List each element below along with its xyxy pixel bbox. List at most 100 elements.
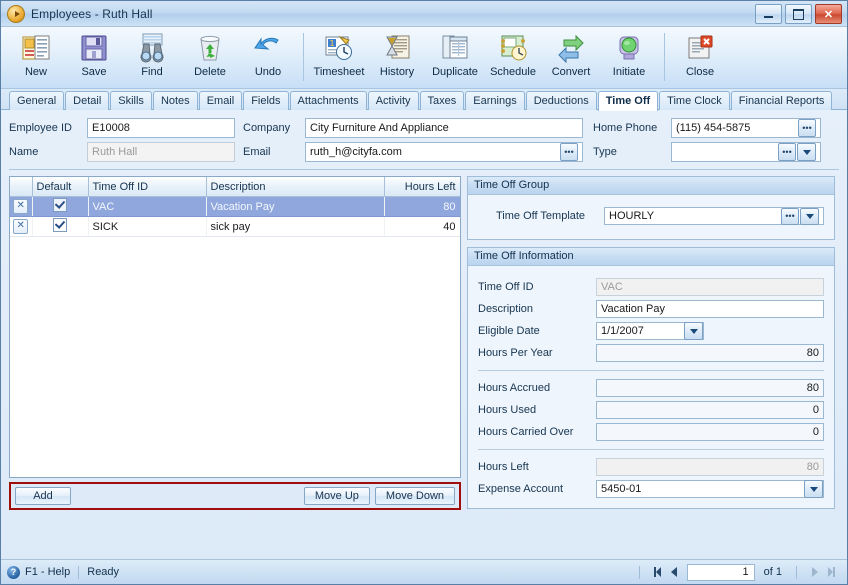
tab-time-clock[interactable]: Time Clock (659, 91, 730, 110)
toolbar-label: New (24, 66, 47, 78)
toolbar-label: Duplicate (432, 66, 478, 78)
tab-notes[interactable]: Notes (152, 91, 198, 110)
default-checkbox[interactable] (53, 198, 67, 212)
binoculars-icon (136, 32, 168, 64)
tab-attachments[interactable]: Attachments (289, 91, 367, 110)
email-link[interactable]: ruth_h@cityfa.com (310, 146, 402, 158)
toolbar-label: Initiate (612, 66, 646, 78)
toolbar-delete-button[interactable]: Delete (181, 30, 239, 78)
toolbar-label: Convert (551, 66, 591, 78)
row-description: Vacation Pay (206, 196, 385, 217)
hours-per-year-label: Hours Per Year (478, 347, 553, 359)
default-checkbox[interactable] (53, 218, 67, 232)
maximize-icon (793, 8, 804, 20)
new-record-icon (20, 32, 52, 64)
tab-detail[interactable]: Detail (65, 91, 110, 110)
template-ellipsis-button[interactable]: ••• (781, 207, 799, 225)
duplicate-pages-icon (439, 32, 471, 64)
tab-activity[interactable]: Activity (367, 91, 419, 110)
toolbar-save-button[interactable]: Save (65, 30, 123, 78)
home-phone-ellipsis-button[interactable]: ••• (798, 119, 816, 137)
toolbar-initiate-button[interactable]: Initiate (600, 30, 658, 78)
field-row-hours-per-year: Hours Per Year 80 (478, 342, 824, 364)
type-dropdown-arrow-icon[interactable] (797, 143, 816, 161)
time-off-list-pane: Default Time Off ID Description Hours Le… (9, 176, 461, 510)
home-phone-input[interactable]: (115) 454-5875 ••• (671, 118, 821, 138)
minimize-button[interactable] (755, 4, 782, 24)
tab-general[interactable]: General (9, 91, 65, 110)
maximize-button[interactable] (785, 4, 812, 24)
col-header-hours-left[interactable]: Hours Left (384, 177, 460, 197)
eligible-date-input[interactable]: 1/1/2007 (596, 322, 704, 340)
toolbar-convert-button[interactable]: Convert (542, 30, 600, 78)
toolbar-timesheet-button[interactable]: 1 Timesheet (310, 30, 368, 78)
time-off-template-input[interactable]: HOURLY ••• (604, 207, 824, 225)
col-header-time-off-id[interactable]: Time Off ID (88, 177, 207, 197)
last-record-button[interactable] (824, 565, 839, 580)
expense-account-select[interactable]: 5450-01 (596, 480, 824, 498)
tab-fields[interactable]: Fields (243, 91, 289, 110)
table-row[interactable]: ✕ VAC Vacation Pay 80 (10, 196, 460, 217)
eligible-date-label: Eligible Date (478, 325, 540, 337)
col-header-default[interactable]: Default (32, 177, 89, 197)
close-button[interactable]: ✕ (815, 4, 842, 24)
page-number-input[interactable]: 1 (686, 563, 755, 581)
move-up-button[interactable]: Move Up (303, 487, 370, 505)
tab-taxes[interactable]: Taxes (419, 91, 465, 110)
field-row-hours-carried-over: Hours Carried Over 0 (478, 421, 824, 443)
eligible-date-dropdown-arrow-icon[interactable] (684, 322, 703, 340)
toolbar-find-button[interactable]: Find (123, 30, 181, 78)
toolbar-history-button[interactable]: History (368, 30, 426, 78)
time-off-information-header: Time Off Information (468, 248, 834, 266)
hours-left-label: Hours Left (478, 461, 529, 473)
row-time-off-id: SICK (88, 216, 207, 237)
previous-record-button[interactable] (667, 565, 682, 580)
help-icon[interactable]: ? (7, 565, 20, 579)
time-off-information-panel: Time Off Information Time Off ID VAC Des… (467, 247, 835, 509)
main-toolbar: New Save Find Delete Undo 1 Timesheet Hi… (1, 27, 847, 89)
tab-financial-reports[interactable]: Financial Reports (730, 91, 833, 110)
time-off-grid[interactable]: Default Time Off ID Description Hours Le… (9, 176, 461, 478)
home-phone-value: (115) 454-5875 (676, 122, 751, 134)
move-down-button[interactable]: Move Down (374, 487, 455, 505)
first-record-button[interactable] (650, 565, 665, 580)
next-record-button[interactable] (807, 565, 822, 580)
tab-skills[interactable]: Skills (110, 91, 152, 110)
delete-row-button[interactable]: ✕ (13, 199, 29, 214)
description-input[interactable]: Vacation Pay (596, 300, 824, 318)
tab-deductions[interactable]: Deductions (525, 91, 597, 110)
toolbar-undo-button[interactable]: Undo (239, 30, 297, 78)
hours-per-year-input[interactable]: 80 (596, 344, 824, 362)
close-icon: ✕ (823, 8, 834, 21)
email-input[interactable]: ruth_h@cityfa.com ••• (305, 142, 583, 162)
add-button[interactable]: Add (15, 487, 71, 505)
expense-account-dropdown-arrow-icon[interactable] (804, 480, 823, 498)
col-header-description[interactable]: Description (206, 177, 385, 197)
window-controls: ✕ (755, 4, 842, 24)
help-text[interactable]: F1 - Help (25, 566, 70, 578)
toolbar-new-button[interactable]: New (7, 30, 65, 78)
delete-row-button[interactable]: ✕ (13, 219, 29, 234)
undo-arrow-icon (252, 32, 284, 64)
section-divider-2 (478, 449, 824, 450)
email-ellipsis-button[interactable]: ••• (560, 143, 578, 161)
company-input[interactable]: City Furniture And Appliance (305, 118, 583, 138)
hours-used-input[interactable]: 0 (596, 401, 824, 419)
type-input[interactable]: ••• (671, 142, 821, 162)
table-row[interactable]: ✕ SICK sick pay 40 (10, 216, 460, 237)
move-buttons: Move Up Move Down (303, 487, 455, 505)
type-ellipsis-button[interactable]: ••• (778, 143, 796, 161)
field-row-expense-account: Expense Account 5450-01 (478, 478, 824, 500)
hours-carried-over-input[interactable]: 0 (596, 423, 824, 441)
toolbar-duplicate-button[interactable]: Duplicate (426, 30, 484, 78)
hours-accrued-input[interactable]: 80 (596, 379, 824, 397)
tab-earnings[interactable]: Earnings (465, 91, 525, 110)
tab-time-off[interactable]: Time Off (597, 91, 659, 111)
toolbar-close-button[interactable]: Close (671, 30, 729, 78)
employee-id-input[interactable]: E10008 (87, 118, 235, 138)
toolbar-schedule-button[interactable]: Schedule (484, 30, 542, 78)
title-bar: Employees - Ruth Hall ✕ (1, 1, 847, 27)
template-dropdown-arrow-icon[interactable] (800, 207, 819, 225)
tab-email[interactable]: Email (198, 91, 243, 110)
time-off-id-input: VAC (596, 278, 824, 296)
